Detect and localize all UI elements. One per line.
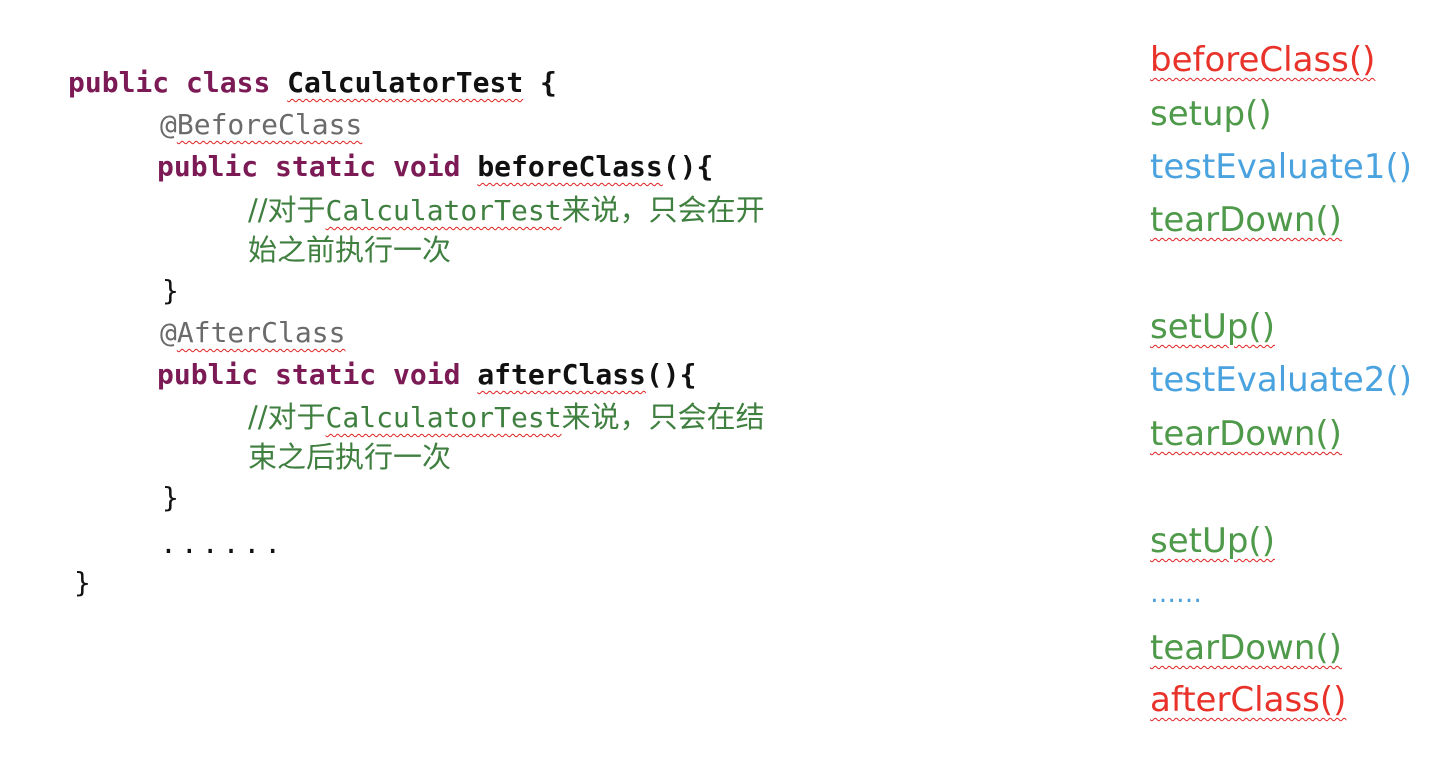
before-class-method-line: public static void beforeClass(){: [157, 147, 713, 187]
before-class-method-name: beforeClass: [477, 150, 663, 183]
keyword-static: static: [275, 150, 377, 183]
after-class-annotation-line: @AfterClass: [160, 313, 345, 353]
after-class-comment-line-2: 束之后执行一次: [248, 440, 452, 474]
keyword-void: void: [393, 150, 461, 183]
after-class-method-name: afterClass: [477, 358, 646, 391]
before-class-comment-line-1: //对于CalculatorTest来说，只会在开: [248, 190, 765, 231]
comment-text: 来说，只会在开: [561, 193, 765, 227]
class-name: CalculatorTest: [287, 66, 524, 99]
seq-ellipsis: ……: [1150, 579, 1202, 609]
comment-text: 来说，只会在结: [561, 400, 765, 434]
seq-teardown-2: tearDown(): [1150, 414, 1342, 454]
seq-after-class: afterClass(): [1150, 680, 1347, 720]
keyword-public: public: [157, 358, 259, 391]
seq-setup-2: setUp(): [1150, 307, 1275, 347]
before-class-comment-line-2: 始之前执行一次: [248, 233, 452, 267]
before-class-close-brace: }: [162, 274, 179, 307]
comment-prefix: //对于: [248, 193, 326, 227]
paren-brace: (){: [645, 358, 697, 391]
annotation-at: @: [160, 316, 177, 349]
annotation-at: @: [160, 108, 177, 141]
seq-before-class: beforeClass(): [1150, 40, 1376, 80]
open-brace: {: [540, 66, 557, 99]
class-declaration-line: public class CalculatorTest {: [68, 63, 557, 103]
seq-setup-3: setUp(): [1150, 521, 1275, 561]
seq-setup-1: setup(): [1150, 94, 1272, 134]
seq-teardown-1: tearDown(): [1150, 200, 1342, 240]
after-class-method-line: public static void afterClass(){: [157, 355, 696, 395]
keyword-class: class: [186, 66, 271, 99]
seq-teardown-3: tearDown(): [1150, 628, 1342, 668]
keyword-void: void: [393, 358, 461, 391]
seq-test-evaluate-2: testEvaluate2(): [1150, 360, 1412, 400]
class-close-brace: }: [74, 566, 91, 599]
comment-class-name: CalculatorTest: [325, 194, 562, 227]
before-class-annotation: BeforeClass: [176, 108, 363, 141]
keyword-public: public: [68, 66, 170, 99]
after-class-comment-line-1: //对于CalculatorTest来说，只会在结: [248, 397, 765, 438]
keyword-public: public: [157, 150, 259, 183]
comment-prefix: //对于: [248, 400, 326, 434]
after-class-close-brace: }: [162, 481, 179, 514]
comment-class-name: CalculatorTest: [325, 401, 562, 434]
paren-brace: (){: [662, 150, 714, 183]
seq-test-evaluate-1: testEvaluate1(): [1150, 147, 1412, 187]
ellipsis: ......: [160, 527, 286, 560]
after-class-annotation: AfterClass: [176, 316, 346, 349]
before-class-annotation-line: @BeforeClass: [160, 105, 362, 145]
keyword-static: static: [275, 358, 377, 391]
